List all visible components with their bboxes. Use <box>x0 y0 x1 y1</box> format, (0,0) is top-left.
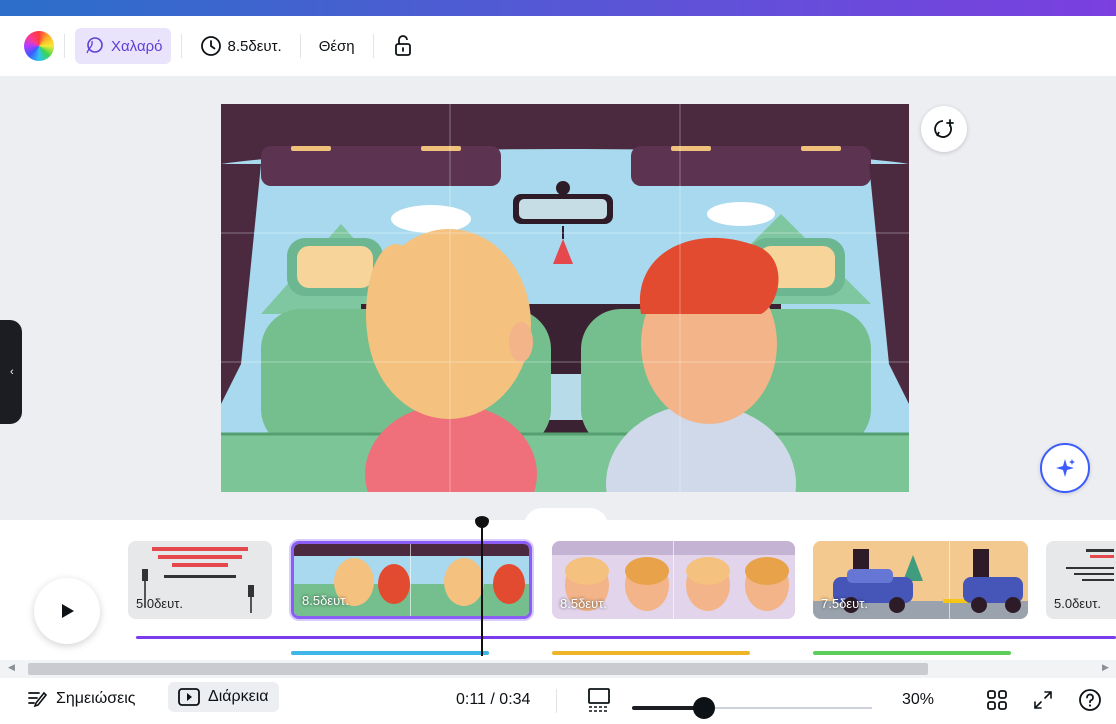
side-panel-toggle[interactable]: ‹ <box>0 320 22 424</box>
clock-icon <box>200 36 221 56</box>
help-button[interactable] <box>1078 688 1102 712</box>
scene-illustration[interactable] <box>221 104 909 492</box>
editor-toolbar: Χαλαρό 8.5δευτ. Θέση <box>0 16 1116 76</box>
play-icon <box>62 604 74 618</box>
grid-icon <box>987 690 1007 710</box>
page-layout-icon <box>588 688 610 712</box>
unlock-icon <box>394 35 411 56</box>
clip-duration: 8.5δευτ. <box>302 593 349 608</box>
chevron-left-icon: ‹ <box>10 366 14 378</box>
clip-duration: 5.0δευτ. <box>1054 596 1101 611</box>
notes-button[interactable]: Σημειώσεις <box>28 690 135 708</box>
clip-transition-bar <box>552 651 750 655</box>
animation-button[interactable]: Χαλαρό <box>75 28 171 64</box>
expand-icon <box>1034 691 1052 709</box>
design-canvas-area: ‹ <box>0 76 1116 530</box>
zoom-level[interactable]: 30% <box>902 691 934 709</box>
time-current: 0:11 <box>456 691 486 708</box>
scroll-right-icon[interactable]: ▶ <box>1102 662 1109 673</box>
clip-duration: 8.5δευτ. <box>560 596 607 611</box>
scrollbar-thumb[interactable] <box>28 663 928 675</box>
toolbar-divider <box>372 34 374 58</box>
toolbar-divider <box>299 34 301 58</box>
position-label: Θέση <box>318 37 355 55</box>
clip-transition-bar <box>291 651 489 655</box>
zoom-label: 30% <box>902 691 935 708</box>
color-wheel-icon[interactable] <box>24 31 54 61</box>
timeline-clip[interactable]: 8.5δευτ. <box>552 541 795 619</box>
car-interior-illustration <box>221 104 909 492</box>
zoom-slider-knob[interactable] <box>693 697 715 719</box>
clip-duration: 7.5δευτ. <box>821 596 868 611</box>
top-gradient-bar <box>0 0 1116 16</box>
notes-label: Σημειώσεις <box>56 690 136 707</box>
duration-view-button[interactable]: Διάρκεια <box>168 682 279 712</box>
clip-transition-bar <box>813 651 1011 655</box>
add-comment-button[interactable] <box>921 106 967 152</box>
duration-view-label: Διάρκεια <box>208 688 269 705</box>
playhead[interactable] <box>481 520 483 656</box>
timeline-clip-selected[interactable]: 8.5δευτ. <box>291 541 532 619</box>
add-comment-icon <box>934 119 954 138</box>
bottom-divider <box>556 689 557 713</box>
play-button[interactable] <box>34 578 100 644</box>
grid-view-button[interactable] <box>986 689 1008 711</box>
position-button[interactable]: Θέση <box>311 28 363 64</box>
timeline-clip[interactable]: 5.0δευτ. <box>1046 541 1116 619</box>
playhead-handle[interactable] <box>475 516 489 528</box>
duration-button[interactable]: 8.5δευτ. <box>192 28 290 64</box>
layout-toggle-button[interactable] <box>588 688 610 712</box>
scroll-left-icon[interactable]: ◀ <box>8 662 15 673</box>
duration-label: 8.5δευτ. <box>227 37 282 55</box>
help-icon <box>1079 689 1101 711</box>
animation-label: Χαλαρό <box>111 37 163 55</box>
lock-button[interactable] <box>384 28 422 64</box>
clip-duration: 5.0δευτ. <box>136 596 183 611</box>
audio-track[interactable] <box>136 636 1116 639</box>
time-total: 0:34 <box>499 691 531 708</box>
fullscreen-button[interactable] <box>1032 689 1054 711</box>
time-separator: / <box>485 691 500 708</box>
notes-icon <box>28 691 48 708</box>
toolbar-divider <box>64 34 65 58</box>
magic-assist-button[interactable] <box>1040 443 1090 493</box>
timeline-panel: 5.0δευτ. 8.5δευτ. 8.5δευτ. 7.5δευτ. 5.0δ… <box>0 516 1116 660</box>
time-readout: 0:11 / 0:34 <box>456 691 530 709</box>
timeline-scrollbar[interactable]: ◀ ▶ <box>0 660 1116 678</box>
timeline-clip[interactable]: 7.5δευτ. <box>813 541 1028 619</box>
animation-icon <box>86 37 103 54</box>
timeline-clip[interactable]: 5.0δευτ. <box>128 541 272 619</box>
sparkle-icon <box>1056 459 1075 477</box>
duration-play-icon <box>178 688 200 706</box>
bottom-toolbar: Σημειώσεις Διάρκεια 0:11 / 0:34 30% <box>0 678 1116 724</box>
toolbar-divider <box>180 34 182 58</box>
